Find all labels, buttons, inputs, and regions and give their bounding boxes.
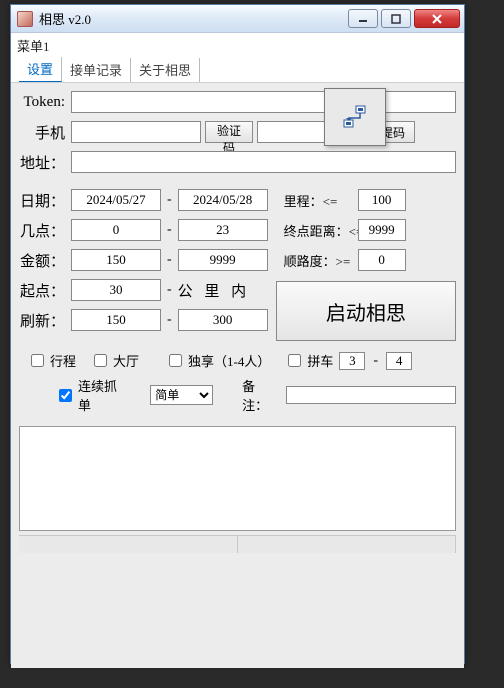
- carpool-label: 拼车: [307, 351, 333, 370]
- start-label: 起点：: [19, 280, 67, 301]
- date-label: 日期：: [19, 190, 67, 211]
- tab-records[interactable]: 接单记录: [62, 58, 131, 82]
- mileage-input[interactable]: [358, 189, 406, 211]
- phone-input[interactable]: [71, 121, 201, 143]
- phone-label: 手机: [19, 122, 67, 143]
- solo-checkbox[interactable]: [169, 354, 182, 367]
- hour-from-input[interactable]: [71, 219, 161, 241]
- date-from-input[interactable]: [71, 189, 161, 211]
- remark-input[interactable]: [286, 386, 456, 404]
- tab-about[interactable]: 关于相思: [131, 58, 200, 82]
- continuous-label: 连续抓单: [78, 376, 129, 414]
- solo-label: 独享（1-4人）: [188, 351, 270, 370]
- tabs: 设置 接单记录 关于相思: [17, 57, 458, 82]
- carpool-to-input[interactable]: [386, 352, 412, 370]
- trip-label: 行程: [50, 351, 76, 370]
- end-dist-input[interactable]: [358, 219, 406, 241]
- token-input[interactable]: [71, 91, 456, 113]
- end-dist-label: 终点距离：<=: [284, 221, 354, 240]
- address-input[interactable]: [71, 151, 456, 173]
- carpool-checkbox[interactable]: [288, 354, 301, 367]
- floating-toolbox[interactable]: [324, 88, 386, 146]
- menu-bar: 菜单1 设置 接单记录 关于相思: [11, 33, 464, 82]
- smooth-label: 顺路度：>=: [284, 251, 354, 270]
- titlebar: 相思 v2.0: [11, 5, 464, 33]
- amount-label: 金额：: [19, 250, 67, 271]
- minimize-button[interactable]: [348, 9, 378, 28]
- hall-checkbox[interactable]: [94, 354, 107, 367]
- connection-icon: [342, 105, 368, 129]
- carpool-from-input[interactable]: [339, 352, 365, 370]
- hours-label: 几点：: [19, 220, 67, 241]
- mode-select[interactable]: 简单: [150, 385, 212, 405]
- date-to-input[interactable]: [178, 189, 268, 211]
- start-km-input[interactable]: [71, 279, 161, 301]
- amount-to-input[interactable]: [178, 249, 268, 271]
- get-captcha-button[interactable]: 验证码: [205, 121, 253, 143]
- token-label: Token:: [19, 94, 67, 111]
- maximize-button[interactable]: [381, 9, 411, 28]
- refresh-from-input[interactable]: [71, 309, 161, 331]
- app-icon: [17, 11, 33, 27]
- refresh-label: 刷新：: [19, 310, 67, 331]
- amount-from-input[interactable]: [71, 249, 161, 271]
- window-title: 相思 v2.0: [39, 9, 91, 28]
- address-label: 地址：: [19, 152, 67, 173]
- smooth-input[interactable]: [358, 249, 406, 271]
- continuous-checkbox[interactable]: [59, 389, 72, 402]
- close-button[interactable]: [414, 9, 460, 28]
- trip-checkbox[interactable]: [31, 354, 44, 367]
- menu-top-item[interactable]: 菜单1: [17, 36, 458, 55]
- remark-label: 备注：: [242, 376, 280, 414]
- log-textarea[interactable]: [19, 426, 456, 531]
- app-window: 相思 v2.0 菜单1 设置 接单记录 关于相思 Token:: [10, 4, 465, 664]
- hour-to-input[interactable]: [178, 219, 268, 241]
- status-bar: [19, 535, 456, 553]
- launch-button[interactable]: 启动相思: [276, 281, 456, 341]
- refresh-to-input[interactable]: [178, 309, 268, 331]
- form-body: Token: 手机 验证码 提码 地址： 日期： - 里程：<= 几点：: [11, 82, 464, 668]
- hall-label: 大厅: [113, 351, 139, 370]
- km-inside-label: 公 里 内: [178, 280, 251, 301]
- tab-settings[interactable]: 设置: [19, 57, 62, 82]
- mileage-label: 里程：<=: [284, 191, 354, 210]
